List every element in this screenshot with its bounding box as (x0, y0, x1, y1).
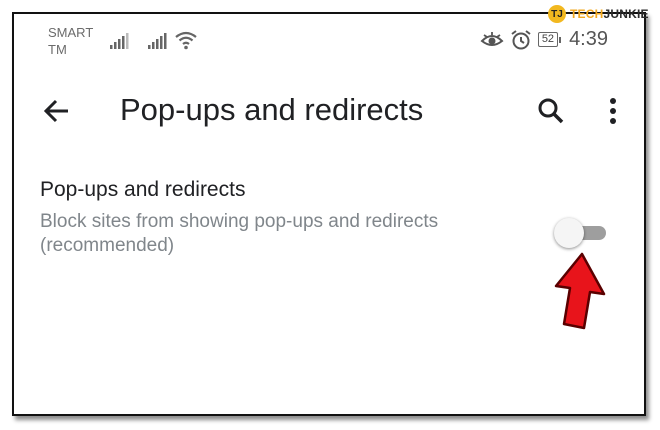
watermark-brand-part1: TECH (570, 7, 604, 21)
battery-icon: 52 (537, 32, 562, 47)
carrier-label: SMART TM (48, 24, 93, 58)
techjunkie-watermark: TJ TECHJUNKIE (548, 4, 649, 24)
wifi-icon (174, 30, 198, 50)
setting-description: Block sites from showing pop-ups and red… (40, 211, 439, 256)
popups-toggle[interactable] (554, 216, 610, 250)
toggle-thumb (554, 218, 584, 248)
alarm-icon (511, 29, 531, 49)
eye-icon (480, 31, 504, 46)
page-title: Pop-ups and redirects (120, 92, 424, 127)
phone-screen: SMART TM 52 4:39 Pop-ups and redirects P… (12, 12, 646, 416)
setting-title: Pop-ups and redirects (40, 178, 246, 201)
signal-icon-2 (148, 33, 168, 49)
back-arrow-icon[interactable] (40, 94, 74, 128)
more-vert-icon[interactable] (598, 94, 628, 128)
techjunkie-logo: TJ (548, 5, 566, 23)
carrier-line1: SMART (48, 25, 94, 40)
app-toolbar: Pop-ups and redirects (14, 82, 644, 142)
signal-icon (110, 33, 130, 49)
carrier-line2: TM (48, 42, 67, 57)
status-time: 4:39 (569, 28, 608, 50)
watermark-brand-part2: JUNKIE (603, 7, 649, 21)
red-pointer-arrow (554, 252, 606, 330)
battery-level: 52 (537, 32, 559, 47)
search-icon[interactable] (534, 94, 568, 128)
